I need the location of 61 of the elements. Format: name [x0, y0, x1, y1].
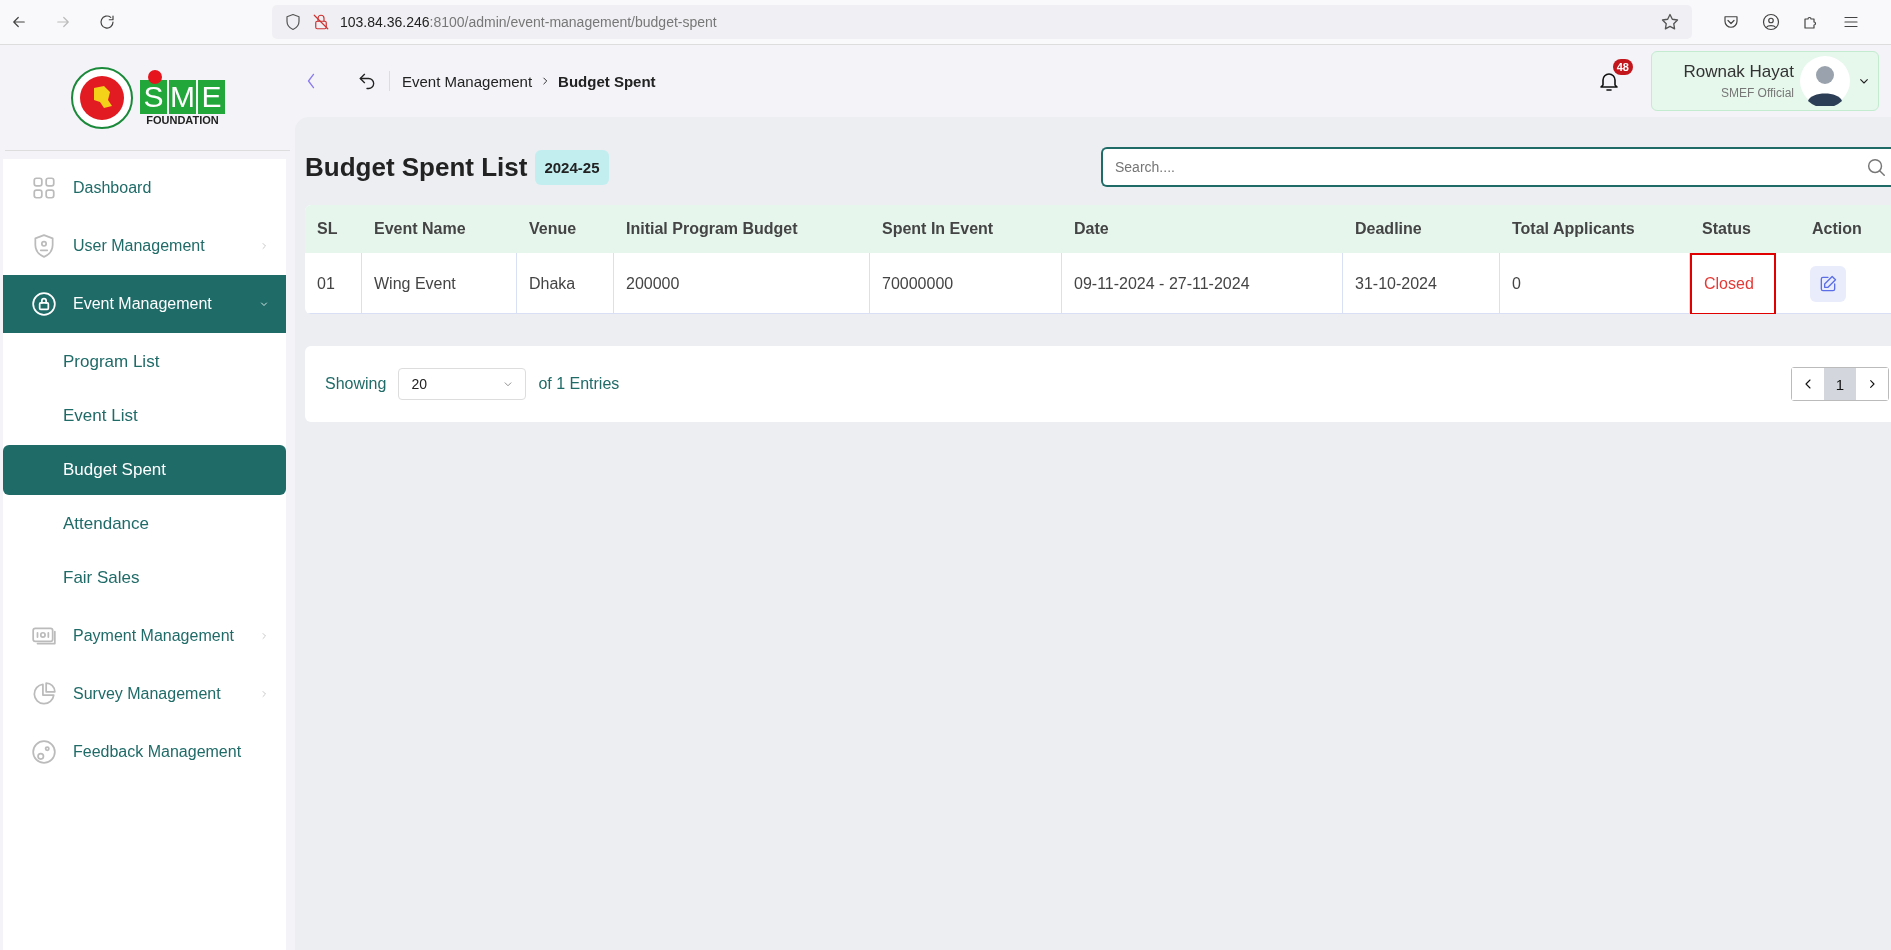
- column-header: Event Name: [373, 220, 467, 238]
- column-header: Venue: [528, 220, 578, 238]
- column-header: Status: [1701, 220, 1752, 238]
- table-cell: 200000: [614, 253, 870, 314]
- table-cell: Dhaka: [517, 253, 614, 314]
- grid-icon: [31, 175, 57, 201]
- shield-user-icon: [31, 233, 57, 259]
- reload-icon: [98, 13, 116, 31]
- column-header: Spent In Event: [881, 220, 995, 238]
- star-icon: [1660, 12, 1680, 32]
- search-icon: [1865, 156, 1887, 178]
- submenu-item[interactable]: Program List: [3, 337, 286, 387]
- undo-icon: [357, 71, 377, 91]
- submenu-item[interactable]: Budget Spent: [3, 445, 286, 495]
- sidebar-item[interactable]: Event Management: [3, 275, 286, 333]
- user-menu[interactable]: Rownak Hayat SMEF Official: [1651, 51, 1879, 111]
- column-header: Date: [1073, 220, 1110, 238]
- page-button[interactable]: 1: [1824, 368, 1856, 400]
- table-cell: 0: [1500, 253, 1690, 314]
- edit-button[interactable]: [1810, 266, 1846, 302]
- pie-chart-icon: [31, 681, 57, 707]
- sidebar-item[interactable]: Dashboard: [3, 159, 286, 217]
- table-cell: 01: [305, 253, 362, 314]
- column-header: Action: [1811, 220, 1863, 238]
- notification-badge: 48: [1612, 59, 1633, 75]
- column-header: Total Applicants: [1511, 220, 1636, 238]
- showing-label: Showing: [325, 375, 387, 393]
- search-field[interactable]: Search....: [1101, 147, 1891, 187]
- sidebar-item[interactable]: Payment Management: [3, 607, 286, 665]
- submenu-item[interactable]: Fair Sales: [3, 553, 286, 603]
- feedback-icon: [31, 739, 57, 765]
- column-header: SL: [316, 220, 339, 238]
- edit-icon: [1818, 274, 1838, 294]
- address-bar[interactable]: 103.84.36.246:8100/admin/event-management/budget-spent: [272, 5, 1692, 39]
- sidebar-item[interactable]: Survey Management: [3, 665, 286, 723]
- breadcrumb-item[interactable]: Event Management: [402, 72, 533, 90]
- table-cell: 31-10-2024: [1343, 253, 1500, 314]
- url-text: 103.84.36.246:8100/admin/event-management/budget-spent: [340, 14, 717, 30]
- shield-icon: [284, 13, 302, 31]
- year-tag: 2024-25: [535, 149, 609, 185]
- column-header: Initial Program Budget: [625, 220, 799, 238]
- submenu-item[interactable]: Attendance: [3, 499, 286, 549]
- account-icon: [1762, 13, 1780, 31]
- table-cell: Wing Event: [362, 253, 517, 314]
- table-cell: 09-11-2024 - 27-11-2024: [1062, 253, 1343, 314]
- submenu-item[interactable]: Event List: [3, 391, 286, 441]
- lock-icon: [312, 13, 330, 31]
- breadcrumb-item: Budget Spent: [558, 72, 656, 90]
- sme-logo: S M E FOUNDATION: [140, 69, 225, 126]
- sidebar-item[interactable]: User Management: [3, 217, 286, 275]
- column-header: Deadline: [1354, 220, 1423, 238]
- entries-label: of 1 Entries: [538, 375, 620, 393]
- pocket-icon: [1722, 13, 1740, 31]
- lock-circle-icon: [31, 291, 57, 317]
- page-title: Budget Spent List: [305, 151, 528, 183]
- sidebar-item[interactable]: Feedback Management: [3, 723, 286, 781]
- avatar-icon: [1800, 56, 1850, 106]
- page-size-select[interactable]: 20: [398, 368, 527, 400]
- status-text: Closed: [1690, 253, 1776, 314]
- emblem-icon: [70, 65, 134, 130]
- table-cell: 70000000: [870, 253, 1062, 314]
